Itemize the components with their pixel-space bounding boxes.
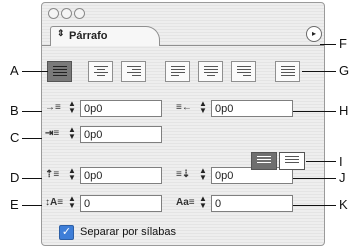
panel-menu-button[interactable]: ▸ xyxy=(306,26,322,42)
zoom-window-button[interactable] xyxy=(74,8,85,19)
callout-e-line xyxy=(22,205,42,206)
callout-d-line xyxy=(22,178,42,179)
callout-j-line xyxy=(293,178,336,179)
drop-cap-chars-stepper[interactable]: ▲ ▼ xyxy=(198,195,208,211)
callout-k-line xyxy=(293,205,336,206)
callout-d: D xyxy=(10,170,20,185)
tab-paragraph[interactable]: ⇕ Párrafo xyxy=(50,26,160,46)
tab-paragraph-label: Párrafo xyxy=(69,30,108,42)
left-indent-field[interactable]: 0p0 xyxy=(80,100,162,117)
ltr-direction-button[interactable] xyxy=(251,152,277,170)
space-before-stepper[interactable]: ▲ ▼ xyxy=(67,167,77,183)
callout-i-line xyxy=(306,161,336,162)
callout-h-line xyxy=(293,111,336,112)
minimize-window-button[interactable] xyxy=(61,8,72,19)
align-left-icon xyxy=(53,66,67,78)
first-line-indent-stepper[interactable]: ▲ ▼ xyxy=(67,126,77,142)
justify-right-button[interactable] xyxy=(231,61,256,82)
ltr-direction-icon xyxy=(257,156,271,168)
callout-e: E xyxy=(10,197,19,212)
window-titlebar xyxy=(42,3,324,23)
drop-cap-chars-icon: Aa≡ xyxy=(176,197,195,208)
space-before-field[interactable]: 0p0 xyxy=(80,167,162,184)
callout-i: I xyxy=(339,154,343,169)
left-indent-stepper[interactable]: ▲ ▼ xyxy=(67,100,77,116)
callout-k: K xyxy=(339,197,348,212)
callout-b: B xyxy=(10,103,19,118)
first-line-indent-icon: ⇥≡ xyxy=(45,128,60,139)
right-indent-icon: ≡← xyxy=(176,102,192,113)
updown-arrows-icon: ⇕ xyxy=(57,28,65,38)
left-indent-icon: →≡ xyxy=(45,102,61,113)
callout-f-line xyxy=(320,44,336,45)
first-line-indent-field[interactable]: 0p0 xyxy=(80,126,162,143)
justify-left-button[interactable] xyxy=(165,61,190,82)
align-left-button[interactable] xyxy=(47,61,72,82)
drop-cap-chars-field[interactable]: 0 xyxy=(211,195,293,212)
justify-center-icon xyxy=(204,66,218,78)
justify-all-icon xyxy=(281,66,295,78)
right-indent-stepper[interactable]: ▲ ▼ xyxy=(198,100,208,116)
drop-cap-lines-stepper[interactable]: ▲ ▼ xyxy=(67,195,77,211)
rtl-direction-icon xyxy=(285,156,299,168)
close-window-button[interactable] xyxy=(48,8,59,19)
paragraph-panel: ⇕ Párrafo ▸ →≡ ▲ ▼ 0p0 ≡← ▲ ▼ 0p0 ⇥≡ ▲ ▼ 0p… xyxy=(41,2,325,246)
justify-all-button[interactable] xyxy=(275,61,300,82)
drop-cap-lines-field[interactable]: 0 xyxy=(80,195,162,212)
play-arrow-icon: ▸ xyxy=(311,29,316,38)
callout-c: C xyxy=(10,130,20,145)
align-right-button[interactable] xyxy=(121,61,146,82)
callout-a: A xyxy=(10,63,19,78)
hyphenate-label: Separar por sílabas xyxy=(80,226,176,238)
hyphenate-checkbox[interactable]: ✓ xyxy=(59,225,74,240)
justify-left-icon xyxy=(171,66,185,78)
callout-h: H xyxy=(339,103,349,118)
callout-f: F xyxy=(339,36,347,51)
tab-row: ⇕ Párrafo ▸ xyxy=(42,23,324,46)
callout-c-line xyxy=(22,138,42,139)
justify-center-button[interactable] xyxy=(198,61,223,82)
space-after-icon: ≡⇣ xyxy=(176,169,191,180)
align-center-icon xyxy=(94,66,108,78)
rtl-direction-button[interactable] xyxy=(279,152,305,170)
callout-g: G xyxy=(339,63,350,78)
callout-a-line xyxy=(22,71,48,72)
align-right-icon xyxy=(127,66,141,78)
callout-g-line xyxy=(302,71,336,72)
space-before-icon: ⇡≡ xyxy=(45,169,60,180)
justify-right-icon xyxy=(237,66,251,78)
callout-b-line xyxy=(22,111,42,112)
align-center-button[interactable] xyxy=(88,61,113,82)
drop-cap-lines-icon: ↕A≡ xyxy=(45,197,64,208)
right-indent-field[interactable]: 0p0 xyxy=(211,100,293,117)
space-after-stepper[interactable]: ▲ ▼ xyxy=(198,167,208,183)
callout-j: J xyxy=(339,170,346,185)
